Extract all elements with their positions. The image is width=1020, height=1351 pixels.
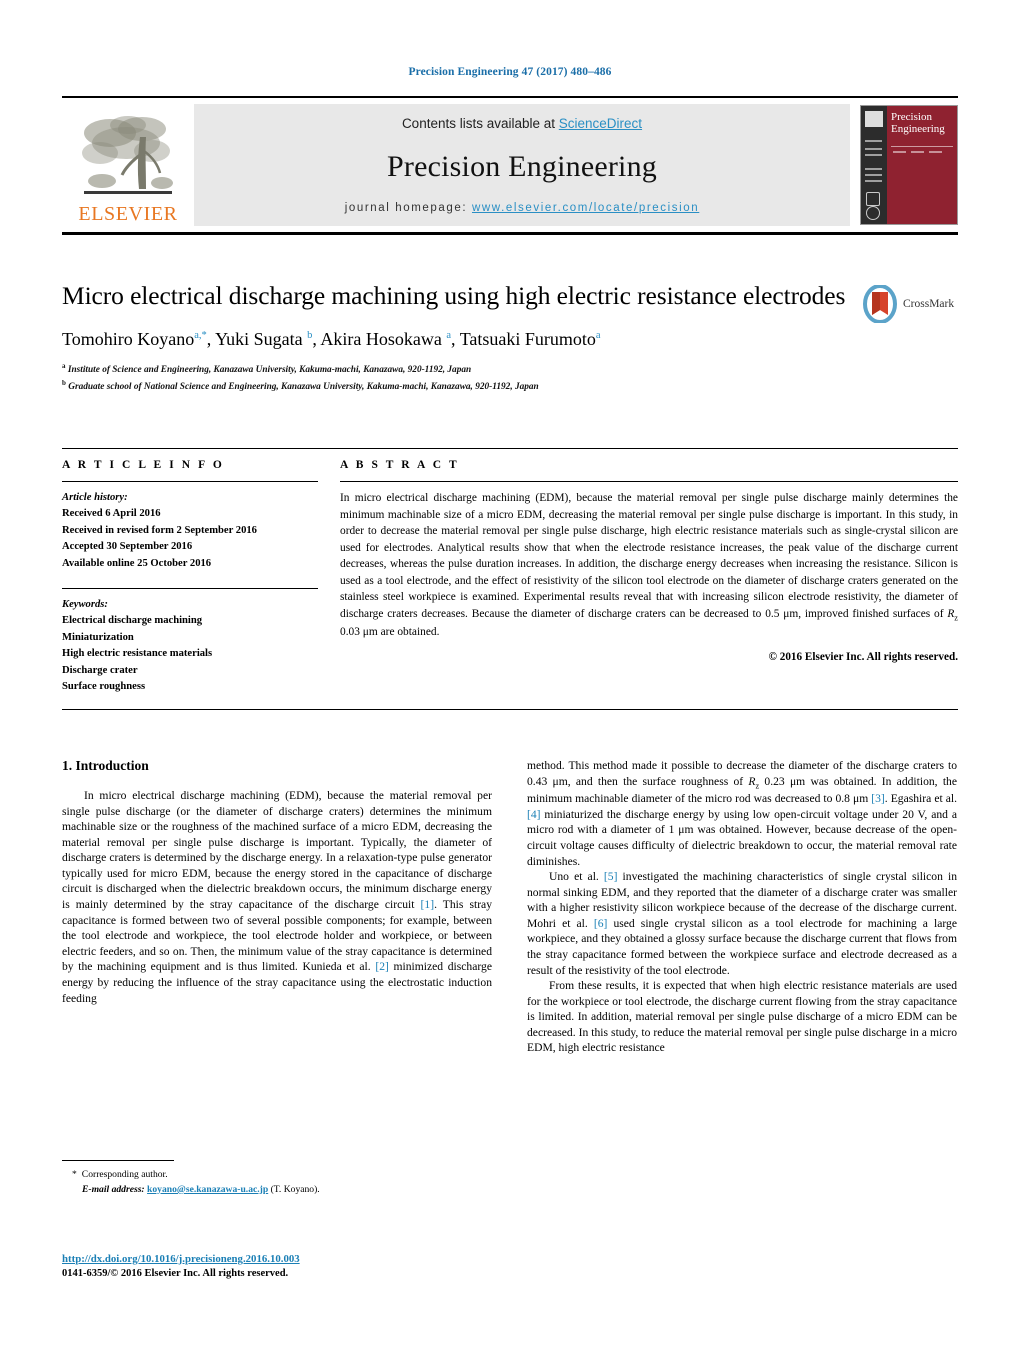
citation-ref-6[interactable]: [6] xyxy=(594,917,608,930)
citation-ref-2[interactable]: [2] xyxy=(375,960,389,973)
keywords-divider xyxy=(62,588,318,590)
journal-masthead: ELSEVIER Contents lists available at Sci… xyxy=(62,96,958,235)
history-item: Received 6 April 2016 xyxy=(62,508,161,520)
cover-sidebar-bar-4 xyxy=(865,168,882,170)
cover-bar-b xyxy=(911,151,924,153)
cover-rule-1 xyxy=(891,146,953,147)
affiliation-item: b Graduate school of National Science an… xyxy=(62,378,852,395)
history-item: Available online 25 October 2016 xyxy=(62,557,212,569)
article-info-heading: A R T I C L E I N F O xyxy=(62,459,225,471)
email-label: E-mail address: xyxy=(82,1183,145,1195)
citation-ref-5[interactable]: [5] xyxy=(604,870,618,883)
article-info-divider xyxy=(62,481,318,482)
paragraph: In micro electrical discharge machining … xyxy=(62,788,492,1006)
contents-prefix: Contents lists available at xyxy=(401,116,559,131)
para-text: miniaturized the discharge energy by usi… xyxy=(527,807,957,868)
section-heading-introduction: 1. Introduction xyxy=(62,758,149,773)
sciencedirect-link[interactable]: ScienceDirect xyxy=(559,116,642,131)
elsevier-wordmark: ELSEVIER xyxy=(78,203,178,225)
corresponding-author-marker: * xyxy=(72,1169,77,1180)
para-text: Uno et al. xyxy=(549,870,604,884)
article-body: 1. Introduction In micro electrical disc… xyxy=(62,758,958,1198)
journal-cover-thumbnail: Precision Engineering xyxy=(860,105,958,225)
article-info-column: A R T I C L E I N F O Article history: R… xyxy=(62,459,332,695)
elsevier-tree-icon xyxy=(80,111,176,203)
author-list: Tomohiro Koyanoa,*, Yuki Sugata b, Akira… xyxy=(62,328,601,349)
crossmark-icon xyxy=(862,284,898,324)
paragraph: From these results, it is expected that … xyxy=(527,979,957,1055)
para-text: In micro electrical discharge machining … xyxy=(62,789,492,912)
page-title: Micro electrical discharge machining usi… xyxy=(62,281,846,310)
cover-sidebar-bar-2 xyxy=(865,148,882,150)
crossmark-label: CrossMark xyxy=(903,298,955,310)
keyword-item: Discharge crater xyxy=(62,664,138,676)
crossmark-badge[interactable]: CrossMark xyxy=(862,283,960,325)
keyword-item: Miniaturization xyxy=(62,631,134,643)
masthead-center-panel: Contents lists available at ScienceDirec… xyxy=(194,104,850,226)
elsevier-logo: ELSEVIER xyxy=(62,104,194,226)
keyword-item: Surface roughness xyxy=(62,681,146,693)
abstract-heading: A B S T R A C T xyxy=(340,459,460,471)
citation-ref-4[interactable]: [4] xyxy=(527,808,541,821)
doi-block: http://dx.doi.org/10.1016/j.precisioneng… xyxy=(62,1252,512,1282)
paper-page: Precision Engineering 47 (2017) 480–486 xyxy=(0,0,1020,1351)
keyword-item: High electric resistance materials xyxy=(62,648,213,660)
cover-sidebar-bar-5 xyxy=(865,174,882,176)
paragraph: Uno et al. [5] investigated the machinin… xyxy=(527,869,957,978)
footnote-block: * Corresponding author. E-mail address: k… xyxy=(62,1160,492,1198)
para-text: . Egashira et al. xyxy=(884,792,957,806)
history-item: Received in revised form 2 September 201… xyxy=(62,524,257,536)
cover-title-line-2: Engineering xyxy=(891,122,945,135)
email-link[interactable]: koyano@se.kanazawa-u.ac.jp xyxy=(147,1184,268,1195)
running-head: Precision Engineering 47 (2017) 480–486 xyxy=(408,66,612,78)
abstract-part-2: 0.03 μm are obtained. xyxy=(340,626,440,639)
cover-bar-c xyxy=(929,151,942,153)
journal-homepage-link[interactable]: www.elsevier.com/locate/precision xyxy=(472,202,699,214)
affiliation-text: Graduate school of National Science and … xyxy=(68,382,539,393)
affiliation-text: Institute of Science and Engineering, Ka… xyxy=(67,365,472,376)
citation-ref-3[interactable]: [3] xyxy=(871,792,885,805)
body-column-left: 1. Introduction In micro electrical disc… xyxy=(62,758,492,1198)
cover-icon-1 xyxy=(866,192,880,206)
paragraph: method. This method made it possible to … xyxy=(527,758,957,869)
cover-icon-2 xyxy=(866,206,880,220)
citation-ref-1[interactable]: [1] xyxy=(421,898,435,911)
footnote-divider xyxy=(62,1160,174,1161)
corresponding-author-label: Corresponding author. xyxy=(81,1169,168,1180)
homepage-prefix: journal homepage: xyxy=(344,202,472,214)
affiliation-mark: b xyxy=(62,379,66,388)
abstract-body: In micro electrical discharge machining … xyxy=(340,490,958,641)
cover-title: Precision Engineering xyxy=(891,111,945,135)
journal-title: Precision Engineering xyxy=(387,149,657,183)
abstract-copyright: © 2016 Elsevier Inc. All rights reserved… xyxy=(768,650,958,663)
doi-link[interactable]: http://dx.doi.org/10.1016/j.precisioneng… xyxy=(62,1252,512,1267)
cover-publisher-mark xyxy=(865,111,883,127)
abstract-column: A B S T R A C T In micro electrical disc… xyxy=(332,459,958,695)
email-owner: (T. Koyano). xyxy=(270,1183,320,1195)
cover-bar-a xyxy=(893,151,906,153)
article-history-label: Article history: xyxy=(62,492,128,503)
corresponding-author-line: * Corresponding author. xyxy=(62,1168,492,1183)
contents-list-line: Contents lists available at ScienceDirec… xyxy=(402,116,642,131)
cover-sidebar-bar-6 xyxy=(865,180,882,182)
email-line: E-mail address: koyano@se.kanazawa-u.ac.… xyxy=(62,1183,492,1198)
body-column-right: method. This method made it possible to … xyxy=(527,758,957,1198)
article-info-abstract-panel: A R T I C L E I N F O Article history: R… xyxy=(62,448,958,711)
cover-sidebar-bar-1 xyxy=(865,140,882,142)
keywords-label: Keywords: xyxy=(62,599,108,611)
history-item: Accepted 30 September 2016 xyxy=(62,541,193,553)
issn-copyright-line: 0141-6359/© 2016 Elsevier Inc. All right… xyxy=(62,1268,289,1280)
affiliation-item: a Institute of Science and Engineering, … xyxy=(62,361,852,378)
cover-title-line-1: Precision xyxy=(891,111,932,123)
cover-sidebar-bar-3 xyxy=(865,154,882,156)
keyword-item: Electrical discharge machining xyxy=(62,615,203,627)
abstract-divider xyxy=(340,481,958,482)
affiliation-mark: a xyxy=(62,362,66,370)
abstract-rz-subscript: z xyxy=(954,613,958,622)
journal-homepage-line: journal homepage: www.elsevier.com/locat… xyxy=(345,202,700,214)
affiliation-list: a Institute of Science and Engineering, … xyxy=(62,361,852,395)
article-header: Micro electrical discharge machining usi… xyxy=(62,280,852,395)
abstract-part-1: In micro electrical discharge machining … xyxy=(340,492,958,620)
